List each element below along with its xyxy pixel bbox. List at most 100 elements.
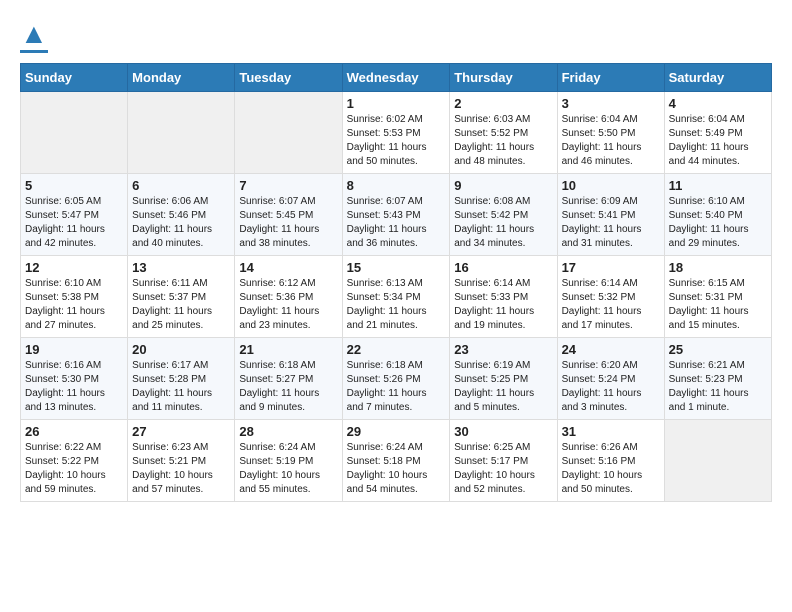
- calendar-cell: 18 Sunrise: 6:15 AMSunset: 5:31 PMDayligh…: [664, 256, 771, 338]
- calendar-cell: 17 Sunrise: 6:14 AMSunset: 5:32 PMDayligh…: [557, 256, 664, 338]
- day-number: 4: [669, 96, 767, 111]
- day-number: 16: [454, 260, 552, 275]
- weekday-header-saturday: Saturday: [664, 64, 771, 92]
- day-number: 21: [239, 342, 337, 357]
- calendar-cell: 6Sunrise: 6:06 AMSunset: 5:46 PMDaylight…: [128, 174, 235, 256]
- calendar-cell: 20 Sunrise: 6:17 AMSunset: 5:28 PMDayligh…: [128, 338, 235, 420]
- weekday-header-wednesday: Wednesday: [342, 64, 450, 92]
- day-info: Sunrise: 6:05 AMSunset: 5:47 PMDaylight:…: [25, 195, 123, 251]
- calendar-cell: 26 Sunrise: 6:22 AMSunset: 5:22 PMDayligh…: [21, 420, 128, 502]
- calendar-week-row: 5 Sunrise: 6:05 AMSunset: 5:47 PMDaylight…: [21, 174, 772, 256]
- day-number: 3: [562, 96, 660, 111]
- day-info: Sunrise: 6:24 AMSunset: 5:19 PMDaylight:…: [239, 441, 337, 497]
- day-number: 8: [347, 178, 446, 193]
- day-info: Sunrise: 6:18 AMSunset: 5:26 PMDaylight:…: [347, 359, 446, 415]
- calendar-cell: 8 Sunrise: 6:07 AMSunset: 5:43 PMDaylight…: [342, 174, 450, 256]
- calendar-header-row: SundayMondayTuesdayWednesdayThursdayFrid…: [21, 64, 772, 92]
- day-number: 14: [239, 260, 337, 275]
- calendar-cell: [21, 92, 128, 174]
- day-info: Sunrise: 6:08 AMSunset: 5:42 PMDaylight:…: [454, 195, 552, 251]
- calendar-week-row: 12 Sunrise: 6:10 AMSunset: 5:38 PMDayligh…: [21, 256, 772, 338]
- calendar-cell: [128, 92, 235, 174]
- day-number: 31: [562, 424, 660, 439]
- calendar-cell: 29Sunrise: 6:24 AMSunset: 5:18 PMDayligh…: [342, 420, 450, 502]
- day-number: 5: [25, 178, 123, 193]
- day-number: 30: [454, 424, 552, 439]
- calendar-cell: 28 Sunrise: 6:24 AMSunset: 5:19 PMDayligh…: [235, 420, 342, 502]
- calendar-cell: 11 Sunrise: 6:10 AMSunset: 5:40 PMDayligh…: [664, 174, 771, 256]
- calendar-cell: 24 Sunrise: 6:20 AMSunset: 5:24 PMDayligh…: [557, 338, 664, 420]
- calendar-cell: 7 Sunrise: 6:07 AMSunset: 5:45 PMDaylight…: [235, 174, 342, 256]
- calendar-cell: 23Sunrise: 6:19 AMSunset: 5:25 PMDayligh…: [450, 338, 557, 420]
- logo-icon: ▲: [20, 18, 48, 49]
- page-header: ▲: [20, 20, 772, 53]
- day-info: Sunrise: 6:20 AMSunset: 5:24 PMDaylight:…: [562, 359, 660, 415]
- calendar-cell: 27 Sunrise: 6:23 AMSunset: 5:21 PMDayligh…: [128, 420, 235, 502]
- calendar-table: SundayMondayTuesdayWednesdayThursdayFrid…: [20, 63, 772, 502]
- calendar-cell: 22Sunrise: 6:18 AMSunset: 5:26 PMDayligh…: [342, 338, 450, 420]
- calendar-cell: 19Sunrise: 6:16 AMSunset: 5:30 PMDayligh…: [21, 338, 128, 420]
- calendar-cell: 13 Sunrise: 6:11 AMSunset: 5:37 PMDayligh…: [128, 256, 235, 338]
- calendar-cell: [235, 92, 342, 174]
- day-info: Sunrise: 6:02 AMSunset: 5:53 PMDaylight:…: [347, 113, 446, 169]
- day-number: 2: [454, 96, 552, 111]
- calendar-cell: 30 Sunrise: 6:25 AMSunset: 5:17 PMDayligh…: [450, 420, 557, 502]
- day-info: Sunrise: 6:10 AMSunset: 5:38 PMDaylight:…: [25, 277, 123, 333]
- logo: ▲: [20, 20, 48, 53]
- weekday-header-friday: Friday: [557, 64, 664, 92]
- day-number: 9: [454, 178, 552, 193]
- calendar-cell: 9 Sunrise: 6:08 AMSunset: 5:42 PMDaylight…: [450, 174, 557, 256]
- day-number: 11: [669, 178, 767, 193]
- calendar-cell: 14 Sunrise: 6:12 AMSunset: 5:36 PMDayligh…: [235, 256, 342, 338]
- day-info: Sunrise: 6:12 AMSunset: 5:36 PMDaylight:…: [239, 277, 337, 333]
- calendar-cell: 2 Sunrise: 6:03 AMSunset: 5:52 PMDaylight…: [450, 92, 557, 174]
- day-info: Sunrise: 6:15 AMSunset: 5:31 PMDaylight:…: [669, 277, 767, 333]
- day-number: 10: [562, 178, 660, 193]
- weekday-header-tuesday: Tuesday: [235, 64, 342, 92]
- day-info: Sunrise: 6:23 AMSunset: 5:21 PMDaylight:…: [132, 441, 230, 497]
- calendar-cell: [664, 420, 771, 502]
- calendar-week-row: 26 Sunrise: 6:22 AMSunset: 5:22 PMDayligh…: [21, 420, 772, 502]
- day-info: Sunrise: 6:26 AMSunset: 5:16 PMDaylight:…: [562, 441, 660, 497]
- day-number: 26: [25, 424, 123, 439]
- day-number: 25: [669, 342, 767, 357]
- day-info: Sunrise: 6:17 AMSunset: 5:28 PMDaylight:…: [132, 359, 230, 415]
- day-info: Sunrise: 6:07 AMSunset: 5:43 PMDaylight:…: [347, 195, 446, 251]
- calendar-cell: 31 Sunrise: 6:26 AMSunset: 5:16 PMDayligh…: [557, 420, 664, 502]
- day-info: Sunrise: 6:03 AMSunset: 5:52 PMDaylight:…: [454, 113, 552, 169]
- day-number: 27: [132, 424, 230, 439]
- day-number: 20: [132, 342, 230, 357]
- day-info: Sunrise: 6:04 AMSunset: 5:49 PMDaylight:…: [669, 113, 767, 169]
- day-info: Sunrise: 6:10 AMSunset: 5:40 PMDaylight:…: [669, 195, 767, 251]
- calendar-cell: 3 Sunrise: 6:04 AMSunset: 5:50 PMDaylight…: [557, 92, 664, 174]
- day-number: 24: [562, 342, 660, 357]
- day-number: 18: [669, 260, 767, 275]
- day-number: 1: [347, 96, 446, 111]
- day-info: Sunrise: 6:16 AMSunset: 5:30 PMDaylight:…: [25, 359, 123, 415]
- day-number: 12: [25, 260, 123, 275]
- day-number: 17: [562, 260, 660, 275]
- day-info: Sunrise: 6:14 AMSunset: 5:32 PMDaylight:…: [562, 277, 660, 333]
- day-number: 28: [239, 424, 337, 439]
- calendar-cell: 4 Sunrise: 6:04 AMSunset: 5:49 PMDaylight…: [664, 92, 771, 174]
- day-number: 15: [347, 260, 446, 275]
- day-info: Sunrise: 6:11 AMSunset: 5:37 PMDaylight:…: [132, 277, 230, 333]
- calendar-cell: 12 Sunrise: 6:10 AMSunset: 5:38 PMDayligh…: [21, 256, 128, 338]
- logo-underline: [20, 50, 48, 53]
- day-info: Sunrise: 6:22 AMSunset: 5:22 PMDaylight:…: [25, 441, 123, 497]
- day-number: 29: [347, 424, 446, 439]
- day-info: Sunrise: 6:25 AMSunset: 5:17 PMDaylight:…: [454, 441, 552, 497]
- weekday-header-sunday: Sunday: [21, 64, 128, 92]
- day-info: Sunrise: 6:07 AMSunset: 5:45 PMDaylight:…: [239, 195, 337, 251]
- calendar-week-row: 1 Sunrise: 6:02 AMSunset: 5:53 PMDaylight…: [21, 92, 772, 174]
- calendar-week-row: 19Sunrise: 6:16 AMSunset: 5:30 PMDayligh…: [21, 338, 772, 420]
- weekday-header-thursday: Thursday: [450, 64, 557, 92]
- day-number: 13: [132, 260, 230, 275]
- day-number: 7: [239, 178, 337, 193]
- calendar-cell: 1 Sunrise: 6:02 AMSunset: 5:53 PMDaylight…: [342, 92, 450, 174]
- day-info: Sunrise: 6:19 AMSunset: 5:25 PMDaylight:…: [454, 359, 552, 415]
- day-info: Sunrise: 6:21 AMSunset: 5:23 PMDaylight:…: [669, 359, 767, 415]
- day-info: Sunrise: 6:04 AMSunset: 5:50 PMDaylight:…: [562, 113, 660, 169]
- day-number: 6: [132, 178, 230, 193]
- calendar-cell: 15Sunrise: 6:13 AMSunset: 5:34 PMDayligh…: [342, 256, 450, 338]
